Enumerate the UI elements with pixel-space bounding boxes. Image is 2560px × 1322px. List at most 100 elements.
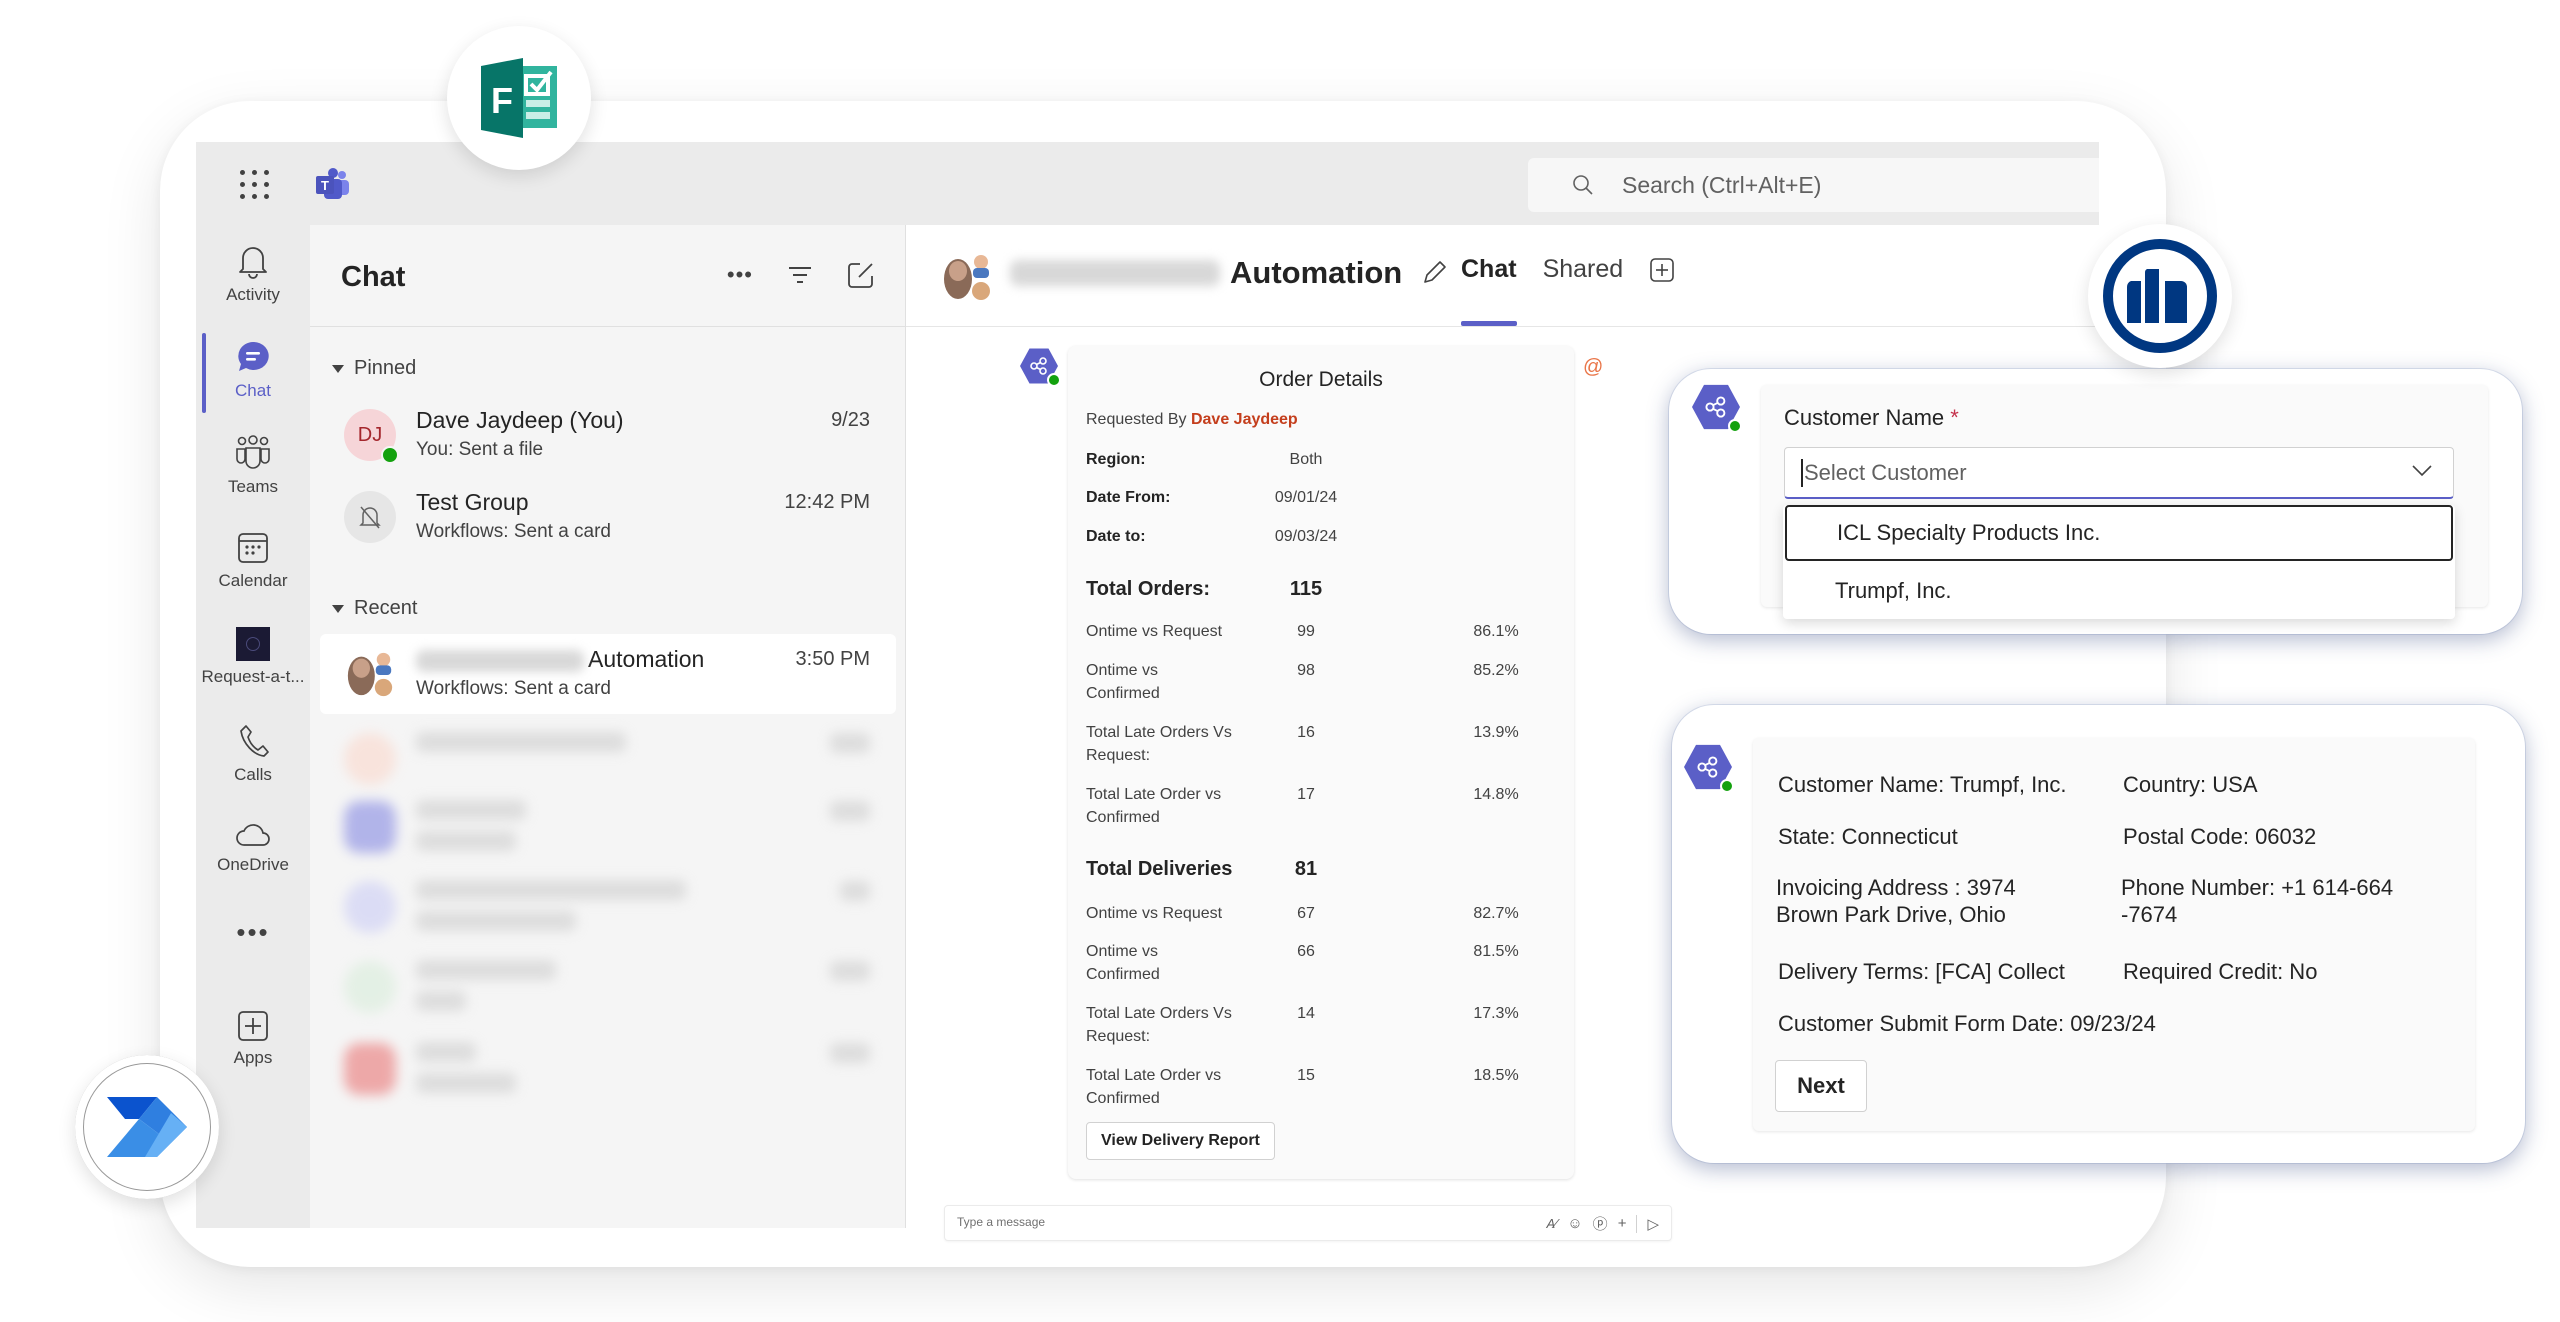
power-automate-badge [75, 1055, 219, 1199]
chat-name: Automation [416, 646, 704, 673]
redacted-name [416, 649, 584, 672]
requester-name: Dave Jaydeep [1190, 411, 1298, 428]
tab-chat[interactable]: Chat [1461, 255, 1517, 326]
send-icon[interactable]: ▷ [1647, 1215, 1659, 1233]
state-value: State: Connecticut [1778, 824, 1958, 849]
emoji-icon[interactable]: ☺ [1567, 1215, 1582, 1232]
compose-placeholder: Type a message [957, 1215, 1046, 1229]
chat-list-title: Chat [341, 261, 406, 293]
rail-label: Calendar [218, 571, 288, 590]
more-icon: ••• [236, 917, 270, 947]
avatar [344, 801, 396, 853]
format-icon[interactable]: A⁄ [1547, 1216, 1558, 1231]
app-launcher-icon[interactable] [240, 170, 270, 200]
rail-item-calls[interactable]: Calls [196, 713, 310, 803]
conversation-tabs: Chat Shared [1461, 255, 1675, 326]
mention-icon: @ [1583, 356, 1604, 378]
section-label: Recent [354, 597, 418, 619]
rail-label: Chat [235, 381, 271, 400]
more-options-icon[interactable]: ••• [727, 262, 753, 288]
chat-list-header: Chat ••• [310, 225, 905, 327]
collapse-triangle-icon [332, 604, 344, 613]
rail-label: Activity [226, 285, 280, 304]
add-tab-icon[interactable] [1649, 257, 1675, 283]
rail-item-teams[interactable]: Teams [196, 425, 310, 515]
rail-item-onedrive[interactable]: OneDrive [196, 809, 310, 899]
chat-list-item[interactable]: Test Group Workflows: Sent a card 12:42 … [320, 477, 896, 557]
chat-list-item-redacted[interactable] [320, 1029, 896, 1109]
avatar: DJ [344, 409, 399, 464]
loop-icon[interactable]: ⓟ [1593, 1213, 1608, 1234]
submit-date-value: Customer Submit Form Date: 09/23/24 [1778, 1011, 2156, 1036]
chat-name: Dave Jaydeep (You) [416, 407, 624, 433]
message-compose-box[interactable]: Type a message A⁄ ☺ ⓟ + ▷ [944, 1205, 1672, 1241]
country-value: Country: USA [2123, 772, 2258, 797]
avatar [344, 491, 396, 543]
search-placeholder: Search (Ctrl+Alt+E) [1622, 171, 1822, 198]
chat-time: 3:50 PM [795, 648, 870, 670]
avatar [344, 733, 396, 785]
rail-item-activity[interactable]: Activity [196, 233, 310, 323]
new-chat-icon[interactable] [847, 261, 875, 289]
delivery-terms-value: Delivery Terms: [FCA] Collect [1778, 959, 2065, 984]
rail-label: OneDrive [217, 855, 289, 874]
requested-by: Requested By Dave Jaydeep [1086, 411, 1298, 428]
dropdown-option[interactable]: Trumpf, Inc. [1785, 563, 2453, 619]
phone-icon [240, 725, 269, 757]
chat-list-item-redacted[interactable] [320, 867, 896, 947]
view-delivery-report-button[interactable]: View Delivery Report [1086, 1122, 1275, 1160]
filter-icon[interactable] [787, 264, 813, 286]
group-avatar [944, 255, 990, 300]
chat-list-item-redacted[interactable] [320, 947, 896, 1027]
chat-list-item-redacted[interactable] [320, 787, 896, 867]
chat-list-item-selected[interactable]: Automation Workflows: Sent a card 3:50 P… [320, 634, 896, 714]
rail-more-button[interactable]: ••• [196, 915, 310, 955]
allianz-badge [2088, 224, 2232, 368]
rail-item-request-app[interactable]: Request-a-t... [196, 617, 310, 707]
search-box[interactable]: Search (Ctrl+Alt+E) [1528, 158, 2099, 212]
avatar [344, 1043, 396, 1095]
workflows-bot-avatar [1692, 383, 1742, 433]
conversation-title: Automation [1010, 255, 1448, 291]
rail-label: Apps [233, 1048, 273, 1067]
workflows-bot-avatar [1020, 347, 1061, 387]
customer-select-card: Customer Name * Select Customer ICL Spec… [1669, 369, 2522, 634]
edit-pencil-icon[interactable] [1420, 259, 1448, 287]
rail-item-apps[interactable]: Apps [196, 1000, 310, 1090]
rail-label: Request-a-t... [201, 667, 305, 686]
chat-icon [238, 341, 269, 371]
app-rail: Activity Chat Teams Calendar Request-a-t… [196, 225, 310, 1228]
section-pinned[interactable]: Pinned [332, 357, 416, 380]
section-recent[interactable]: Recent [332, 597, 417, 620]
microsoft-forms-badge: F [447, 26, 591, 170]
chat-time: 9/23 [831, 409, 870, 431]
chat-list-item[interactable]: DJ Dave Jaydeep (You) You: Sent a file 9… [320, 395, 896, 475]
chat-list-pane: Chat ••• Pinned DJ Dave Jaydeep (You) Yo… [310, 225, 906, 1228]
customer-select-input[interactable]: Select Customer [1784, 447, 2454, 499]
group-avatar [344, 648, 396, 700]
rail-item-chat[interactable]: Chat [196, 329, 310, 419]
svg-text:T: T [321, 178, 329, 193]
customer-name-value: Customer Name: Trumpf, Inc. [1778, 772, 2067, 797]
calendar-icon [238, 533, 268, 563]
add-app-icon [238, 1011, 268, 1041]
chat-name: Test Group [416, 489, 529, 515]
bell-icon [239, 247, 267, 279]
chevron-down-icon[interactable] [2411, 464, 2433, 478]
dropdown-option[interactable]: ICL Specialty Products Inc. [1785, 505, 2453, 561]
attach-plus-icon[interactable]: + [1618, 1215, 1627, 1232]
rail-label: Calls [234, 765, 272, 784]
presence-available-icon [1047, 373, 1061, 387]
invoicing-address-value: Invoicing Address : 3974 Brown Park Driv… [1776, 875, 2016, 927]
tab-shared[interactable]: Shared [1543, 255, 1624, 284]
next-button[interactable]: Next [1775, 1060, 1867, 1112]
collapse-triangle-icon [332, 364, 344, 373]
avatar [344, 881, 396, 933]
rail-item-calendar[interactable]: Calendar [196, 521, 310, 611]
chat-preview: Workflows: Sent a card [416, 521, 612, 542]
divider [1636, 1214, 1638, 1233]
text-cursor [1801, 458, 1803, 487]
presence-available-icon [381, 446, 399, 464]
redacted-name [1010, 260, 1220, 286]
order-details-card: Order Details Requested By Dave Jaydeep … [1068, 346, 1574, 1179]
